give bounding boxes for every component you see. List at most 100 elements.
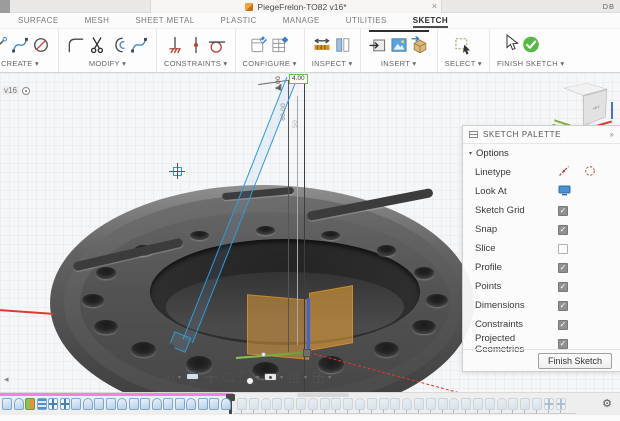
timeline-feature-icon-suppressed[interactable]	[544, 398, 554, 410]
dimensions-checkbox[interactable]	[558, 301, 568, 311]
canvas-icon[interactable]	[389, 33, 409, 57]
timeline-feature-icon[interactable]	[71, 398, 81, 410]
timeline-feature-icon-suppressed[interactable]	[379, 398, 389, 410]
configuration-table-icon[interactable]	[270, 33, 290, 57]
model-bolt-hole[interactable]	[321, 231, 340, 240]
tab-surface[interactable]: SURFACE	[18, 13, 59, 28]
timeline-feature-icon-suppressed[interactable]	[390, 398, 400, 410]
slice-checkbox[interactable]	[558, 244, 568, 254]
timeline-feature-icon-suppressed[interactable]	[343, 398, 353, 410]
timeline-feature-icon-suppressed[interactable]	[485, 398, 495, 410]
points-checkbox[interactable]	[558, 282, 568, 292]
toolbar-menu-label[interactable]: CREATE ▾	[1, 58, 39, 70]
timeline-feature-icon[interactable]	[117, 398, 127, 410]
dimension-input-box[interactable]: 4.00	[289, 74, 308, 84]
toolbar-menu-label[interactable]: SELECT ▾	[445, 58, 482, 70]
timeline-feature-icon[interactable]	[198, 398, 208, 410]
grid-settings-icon[interactable]	[288, 371, 301, 384]
spline-icon[interactable]	[129, 33, 149, 57]
model-bolt-hole[interactable]	[190, 231, 209, 240]
tab-close-icon[interactable]: ×	[432, 0, 437, 13]
finish-sketch-button[interactable]: Finish Sketch	[538, 353, 612, 369]
origin-plane-right[interactable]	[309, 285, 353, 351]
look-at-icon[interactable]	[186, 371, 199, 384]
timeline-feature-icon-suppressed[interactable]	[237, 398, 247, 410]
modeling-canvas[interactable]: v16 ◂ 2.00 60.00	[0, 73, 620, 392]
insert-derive-icon[interactable]	[368, 33, 388, 57]
chevron-down-icon[interactable]: ▾	[178, 374, 181, 381]
projected-geometries-checkbox[interactable]	[558, 339, 568, 349]
snap-checkbox[interactable]	[558, 225, 568, 235]
zoom-icon[interactable]	[222, 371, 235, 384]
tab-utilities[interactable]: UTILITIES	[346, 13, 387, 28]
timeline-feature-icon-suppressed[interactable]	[449, 398, 459, 410]
timeline-scroll-handle[interactable]	[297, 393, 349, 397]
spline-icon[interactable]	[10, 33, 30, 57]
timeline-feature-icon[interactable]	[37, 398, 47, 410]
timeline-feature-icon-suppressed[interactable]	[508, 398, 518, 410]
model-bolt-hole[interactable]	[412, 320, 436, 335]
timeline-feature-icon-suppressed[interactable]	[556, 398, 566, 410]
timeline-feature-icon[interactable]	[163, 398, 173, 410]
timeline-feature-icon[interactable]	[140, 398, 150, 410]
timeline-feature-icon[interactable]	[186, 398, 196, 410]
model-bolt-hole[interactable]	[426, 294, 448, 307]
model-bolt-hole[interactable]	[377, 245, 396, 255]
select-icon[interactable]	[453, 33, 473, 57]
look-at-icon[interactable]	[558, 183, 571, 201]
timeline-feature-icon[interactable]	[25, 398, 35, 410]
timeline-feature-icon-suppressed[interactable]	[438, 398, 448, 410]
timeline-feature-icon-suppressed[interactable]	[402, 398, 412, 410]
timeline-feature-icon-suppressed[interactable]	[520, 398, 530, 410]
toolbar-menu-label[interactable]: MODIFY ▾	[89, 58, 126, 70]
measure-icon[interactable]	[312, 33, 332, 57]
model-bolt-hole[interactable]	[414, 267, 434, 278]
timeline-feature-icon[interactable]	[60, 398, 70, 410]
browser-collapse-icon[interactable]: ◂	[4, 374, 9, 385]
timeline-settings-gear-icon[interactable]: ⚙	[602, 396, 612, 412]
origin-plane-left[interactable]	[247, 294, 309, 359]
construction-linetype-icon[interactable]	[558, 164, 570, 182]
timeline-feature-icon[interactable]	[83, 398, 93, 410]
fillet-icon[interactable]	[66, 33, 86, 57]
display-state-icon[interactable]	[333, 33, 353, 57]
chevron-down-icon[interactable]: ▾	[280, 374, 283, 381]
timeline-feature-icon-suppressed[interactable]	[320, 398, 330, 410]
timeline-feature-icon-suppressed[interactable]	[308, 398, 318, 410]
palette-collapse-icon[interactable]: »	[610, 130, 614, 139]
timeline-feature-icon[interactable]	[94, 398, 104, 410]
insert-mesh-icon[interactable]	[410, 33, 430, 57]
chevron-down-icon[interactable]: ▾	[256, 374, 259, 381]
toolbar-menu-label[interactable]: INSPECT ▾	[312, 58, 353, 70]
z-axis-line[interactable]	[307, 298, 310, 354]
timeline-feature-icon-suppressed[interactable]	[461, 398, 471, 410]
timeline-feature-icon[interactable]	[2, 398, 12, 410]
timeline-feature-icon[interactable]	[129, 398, 139, 410]
trim-icon[interactable]	[87, 33, 107, 57]
tab-sheet-metal[interactable]: SHEET METAL	[135, 13, 194, 28]
view-cube-face[interactable]: LEFT	[583, 89, 607, 127]
toolbar-menu-label[interactable]: CONFIGURE ▾	[243, 58, 297, 70]
timeline-feature-icon-suppressed[interactable]	[331, 398, 341, 410]
tab-mesh[interactable]: MESH	[85, 13, 110, 28]
timeline-feature-icon-suppressed[interactable]	[426, 398, 436, 410]
tab-sketch[interactable]: SKETCH	[413, 13, 448, 28]
tab-manage[interactable]: MANAGE	[283, 13, 320, 28]
timeline-feature-icon-suppressed[interactable]	[296, 398, 306, 410]
timeline-feature-icon[interactable]	[221, 398, 231, 410]
constraints-checkbox[interactable]	[558, 320, 568, 330]
centerline-linetype-icon[interactable]	[584, 164, 596, 182]
model-bolt-hole[interactable]	[94, 320, 118, 335]
display-settings-icon[interactable]	[264, 371, 277, 384]
timeline-feature-icon[interactable]	[175, 398, 185, 410]
timeline-feature-icon-suppressed[interactable]	[497, 398, 507, 410]
viewports-icon[interactable]	[312, 371, 325, 384]
dimension-value[interactable]: 60.00	[280, 103, 287, 121]
model-bolt-hole[interactable]	[256, 226, 275, 235]
model-bolt-hole[interactable]	[82, 294, 104, 307]
timeline-feature-icon-suppressed[interactable]	[532, 398, 542, 410]
configuration-icon[interactable]	[249, 33, 269, 57]
x-axis-line[interactable]	[0, 309, 53, 314]
circle-diameter-icon[interactable]	[31, 33, 51, 57]
tab-plastic[interactable]: PLASTIC	[221, 13, 257, 28]
